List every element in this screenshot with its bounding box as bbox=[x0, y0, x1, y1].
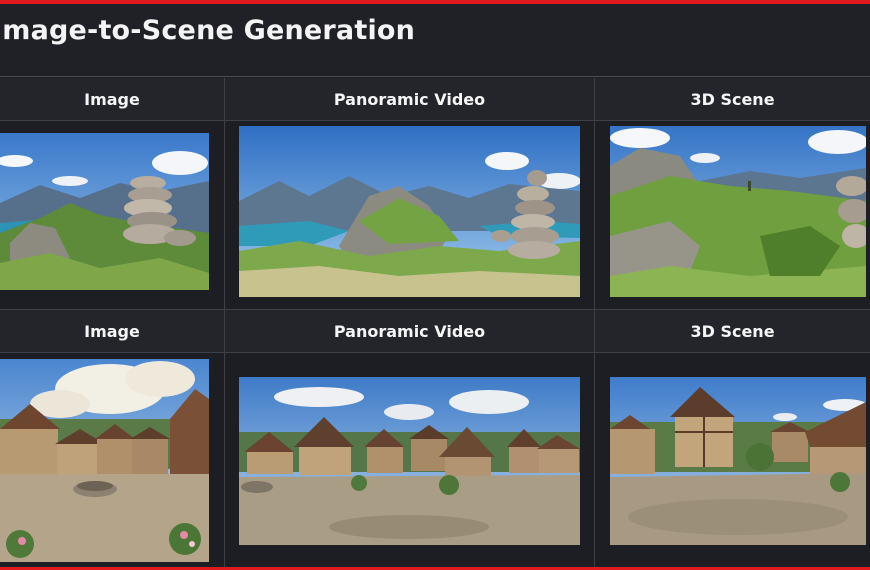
column-header-image: Image bbox=[0, 78, 224, 120]
row-divider bbox=[0, 309, 870, 310]
village-square-image bbox=[0, 359, 209, 562]
column-header-panoramic-video: Panoramic Video bbox=[225, 310, 594, 352]
mountain-lake-cairn-panorama bbox=[239, 126, 580, 297]
page-title: Image-to-Scene Generation bbox=[0, 15, 416, 46]
column-header-3d-scene: 3D Scene bbox=[595, 310, 870, 352]
column-header-panoramic-video: Panoramic Video bbox=[225, 78, 594, 120]
window-top-border bbox=[0, 0, 870, 4]
title-divider bbox=[0, 76, 870, 77]
village-square-panorama bbox=[239, 377, 580, 545]
column-header-image: Image bbox=[0, 310, 224, 352]
row-divider bbox=[0, 120, 870, 121]
column-divider bbox=[594, 78, 595, 567]
column-header-3d-scene: 3D Scene bbox=[595, 78, 870, 120]
village-square-3d-scene bbox=[610, 377, 866, 545]
mountain-cairn-3d-scene bbox=[610, 126, 866, 297]
mountain-lake-cairn-image bbox=[0, 133, 209, 290]
column-divider bbox=[224, 78, 225, 567]
row-divider bbox=[0, 352, 870, 353]
comparison-grid: Image Panoramic Video 3D Scene Image Pan… bbox=[0, 78, 870, 567]
